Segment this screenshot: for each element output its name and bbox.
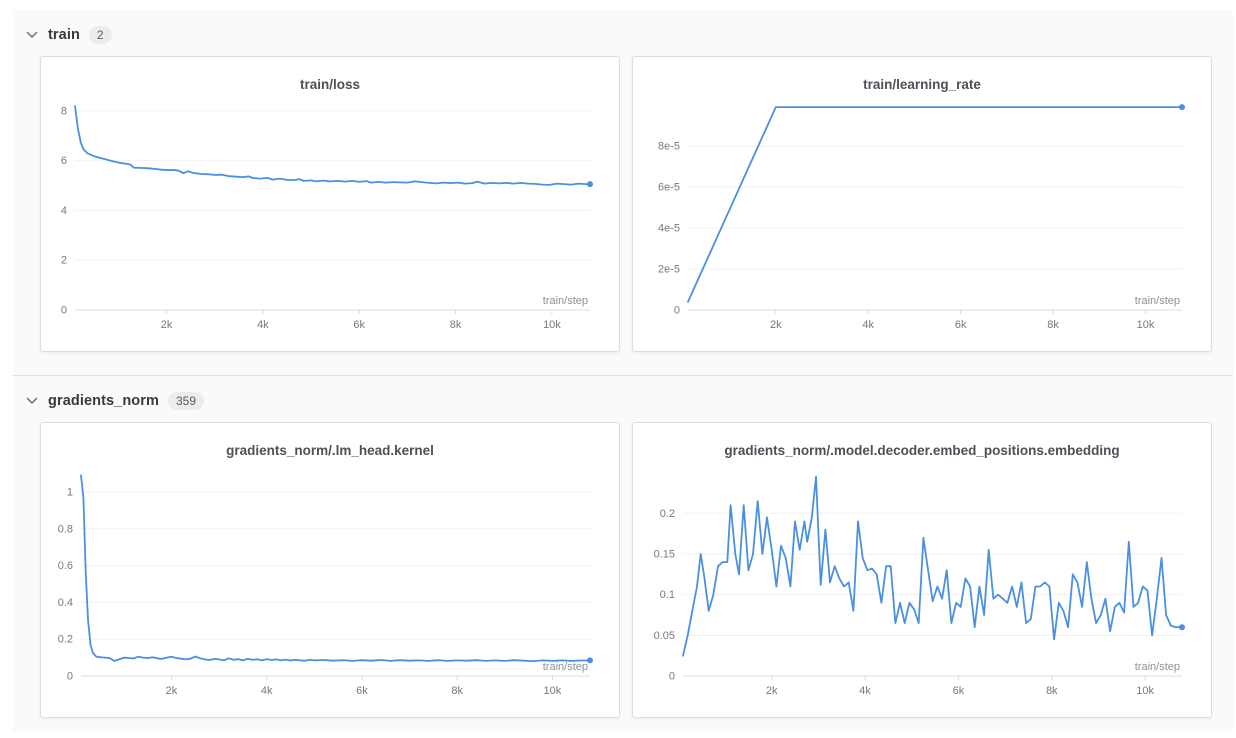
svg-text:6k: 6k	[955, 319, 967, 331]
svg-text:8k: 8k	[1047, 319, 1059, 331]
chart-panel[interactable]: train/learning_rate 0 2e-5 4e-5 6e-5 8e-5 2k 4k…	[632, 56, 1212, 352]
chart-title: train/loss	[41, 77, 619, 95]
svg-text:0.05: 0.05	[654, 630, 675, 642]
chevron-down-icon[interactable]	[25, 31, 39, 39]
svg-text:8: 8	[61, 105, 67, 117]
svg-text:0: 0	[674, 305, 680, 317]
svg-text:10k: 10k	[1136, 685, 1154, 697]
svg-text:6: 6	[61, 155, 67, 167]
svg-text:2e-5: 2e-5	[658, 264, 680, 276]
panels-grid-train: train/loss024682k4k6k8k10ktrain/steptrai…	[13, 56, 1233, 352]
metric-line	[75, 106, 590, 185]
svg-text:6k: 6k	[953, 685, 965, 697]
chart-area: 0 0.2 0.4 0.6 0.8 1 2k 4k 6k 8k 10k train/step	[41, 465, 619, 717]
section-title: gradients_norm	[48, 393, 159, 409]
section-train: train 2 train/loss024682k4k6k8k10ktrain/…	[13, 10, 1233, 352]
line-chart-svg: 0 0.05 0.1 0.15 0.2 2k 4k 6k 8k 10k train/step	[633, 465, 1211, 717]
svg-text:0.1: 0.1	[660, 589, 675, 601]
metric-line	[81, 475, 590, 661]
svg-text:8e-5: 8e-5	[658, 141, 680, 153]
svg-text:8k: 8k	[450, 319, 462, 331]
chart-area: 0 2e-5 4e-5 6e-5 8e-5 2k 4k 6k 8k 10k train/step	[633, 99, 1211, 351]
x-axis-label: train/step	[543, 661, 588, 673]
chart-panel[interactable]: gradients_norm/.lm_head.kernel 0 0.2 0.4 0.6…	[40, 422, 620, 718]
section-header-train[interactable]: train 2	[25, 23, 112, 47]
svg-text:4k: 4k	[859, 685, 871, 697]
svg-text:0.6: 0.6	[58, 560, 73, 572]
svg-text:4: 4	[61, 205, 67, 217]
svg-text:10k: 10k	[544, 685, 562, 697]
dashboard-content: train 2 train/loss024682k4k6k8k10ktrain/…	[13, 10, 1233, 732]
x-axis-label: train/step	[1135, 295, 1180, 307]
section-title: train	[48, 27, 80, 43]
svg-text:2k: 2k	[161, 319, 173, 331]
svg-text:0.15: 0.15	[654, 548, 675, 560]
svg-text:2k: 2k	[770, 319, 782, 331]
section-header-gradients-norm[interactable]: gradients_norm 359	[25, 389, 204, 413]
metric-line	[688, 107, 1182, 302]
section-count-badge: 2	[89, 26, 112, 44]
svg-text:0.2: 0.2	[660, 508, 675, 520]
metric-line	[683, 477, 1182, 656]
chart-area: 0 0.05 0.1 0.15 0.2 2k 4k 6k 8k 10k train/step	[633, 465, 1211, 717]
x-axis-label: train/step	[1135, 661, 1180, 673]
svg-text:2k: 2k	[166, 685, 178, 697]
line-chart-svg: 0 2 4 6 8 2k 4k 6k 8k 10k train/step	[41, 99, 619, 351]
svg-text:4k: 4k	[257, 319, 269, 331]
panels-grid-gradients-norm: gradients_norm/.lm_head.kernel 0 0.2 0.4 0.6…	[13, 422, 1233, 718]
x-axis-label: train/step	[543, 295, 588, 307]
end-point-dot	[587, 657, 593, 663]
svg-text:0: 0	[669, 671, 675, 683]
end-point-dot	[1179, 104, 1185, 110]
svg-text:10k: 10k	[1137, 319, 1155, 331]
chevron-down-icon[interactable]	[25, 397, 39, 405]
svg-text:0: 0	[67, 671, 73, 683]
chart-area: 0 2 4 6 8 2k 4k 6k 8k 10k train/step	[41, 99, 619, 351]
svg-text:6e-5: 6e-5	[658, 182, 680, 194]
chart-panel[interactable]: gradients_norm/.model.decoder.embed_posi…	[632, 422, 1212, 718]
svg-text:2: 2	[61, 255, 67, 267]
chart-title: gradients_norm/.lm_head.kernel	[41, 443, 619, 461]
svg-text:6k: 6k	[356, 685, 368, 697]
svg-text:10k: 10k	[543, 319, 561, 331]
chart-title: train/learning_rate	[633, 77, 1211, 95]
svg-text:8k: 8k	[1046, 685, 1058, 697]
svg-text:2k: 2k	[766, 685, 778, 697]
svg-text:8k: 8k	[451, 685, 463, 697]
line-chart-svg: 0 0.2 0.4 0.6 0.8 1 2k 4k 6k 8k 10k train/step	[41, 465, 619, 717]
line-chart-svg: 0 2e-5 4e-5 6e-5 8e-5 2k 4k 6k 8k 10k train/step	[633, 99, 1211, 351]
svg-text:0.2: 0.2	[58, 634, 73, 646]
svg-text:1: 1	[67, 486, 73, 498]
end-point-dot	[1179, 624, 1185, 630]
svg-text:0: 0	[61, 305, 67, 317]
section-count-badge: 359	[168, 392, 204, 410]
section-gradients-norm: gradients_norm 359 gradients_norm/.lm_he…	[13, 376, 1233, 718]
svg-text:0.4: 0.4	[58, 597, 73, 609]
svg-text:0.8: 0.8	[58, 523, 73, 535]
svg-text:4k: 4k	[261, 685, 273, 697]
chart-title: gradients_norm/.model.decoder.embed_posi…	[633, 443, 1211, 461]
chart-panel[interactable]: train/loss 0 2 4 6 8 2k 4k 6k 8k 10k train/step	[40, 56, 620, 352]
svg-text:4e-5: 4e-5	[658, 223, 680, 235]
svg-text:4k: 4k	[862, 319, 874, 331]
svg-text:6k: 6k	[353, 319, 365, 331]
end-point-dot	[587, 181, 593, 187]
